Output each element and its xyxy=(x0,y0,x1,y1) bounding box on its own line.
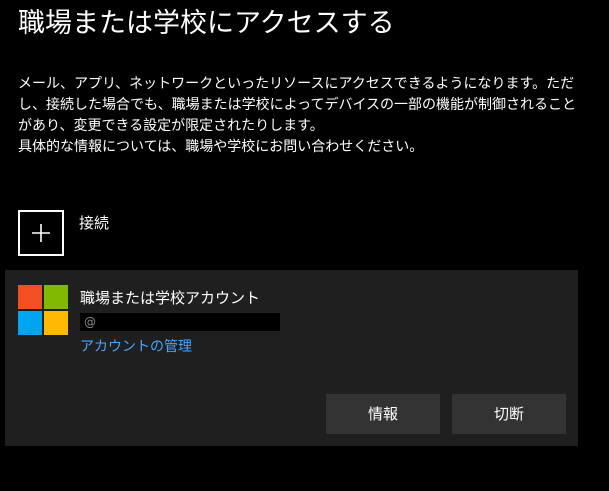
page-title: 職場または学校にアクセスする xyxy=(18,8,395,39)
manage-account-link[interactable]: アカウントの管理 xyxy=(80,337,192,357)
logo-yellow-square xyxy=(44,311,68,335)
microsoft-logo-icon xyxy=(18,285,68,335)
logo-red-square xyxy=(18,285,42,309)
account-card[interactable]: 職場または学校アカウント @ アカウントの管理 情報 切断 xyxy=(5,270,578,446)
connect-label[interactable]: 接続 xyxy=(79,212,109,234)
disconnect-button[interactable]: 切断 xyxy=(452,394,566,434)
info-button[interactable]: 情報 xyxy=(326,394,440,434)
plus-icon[interactable] xyxy=(18,210,64,256)
logo-blue-square xyxy=(18,311,42,335)
connect-button[interactable]: 接続 xyxy=(18,210,109,256)
description-paragraph: メール、アプリ、ネットワークといったリソースにアクセスできるようになります。ただ… xyxy=(18,76,577,134)
account-email-redacted: @ xyxy=(80,313,280,331)
description: メール、アプリ、ネットワークといったリソースにアクセスできるようになります。ただ… xyxy=(18,74,590,158)
account-title: 職場または学校アカウント xyxy=(80,289,261,307)
description-contact-note: 具体的な情報については、職場や学校にお問い合わせください。 xyxy=(18,139,424,155)
logo-green-square xyxy=(44,285,68,309)
account-email-fragment: @ xyxy=(84,315,96,329)
